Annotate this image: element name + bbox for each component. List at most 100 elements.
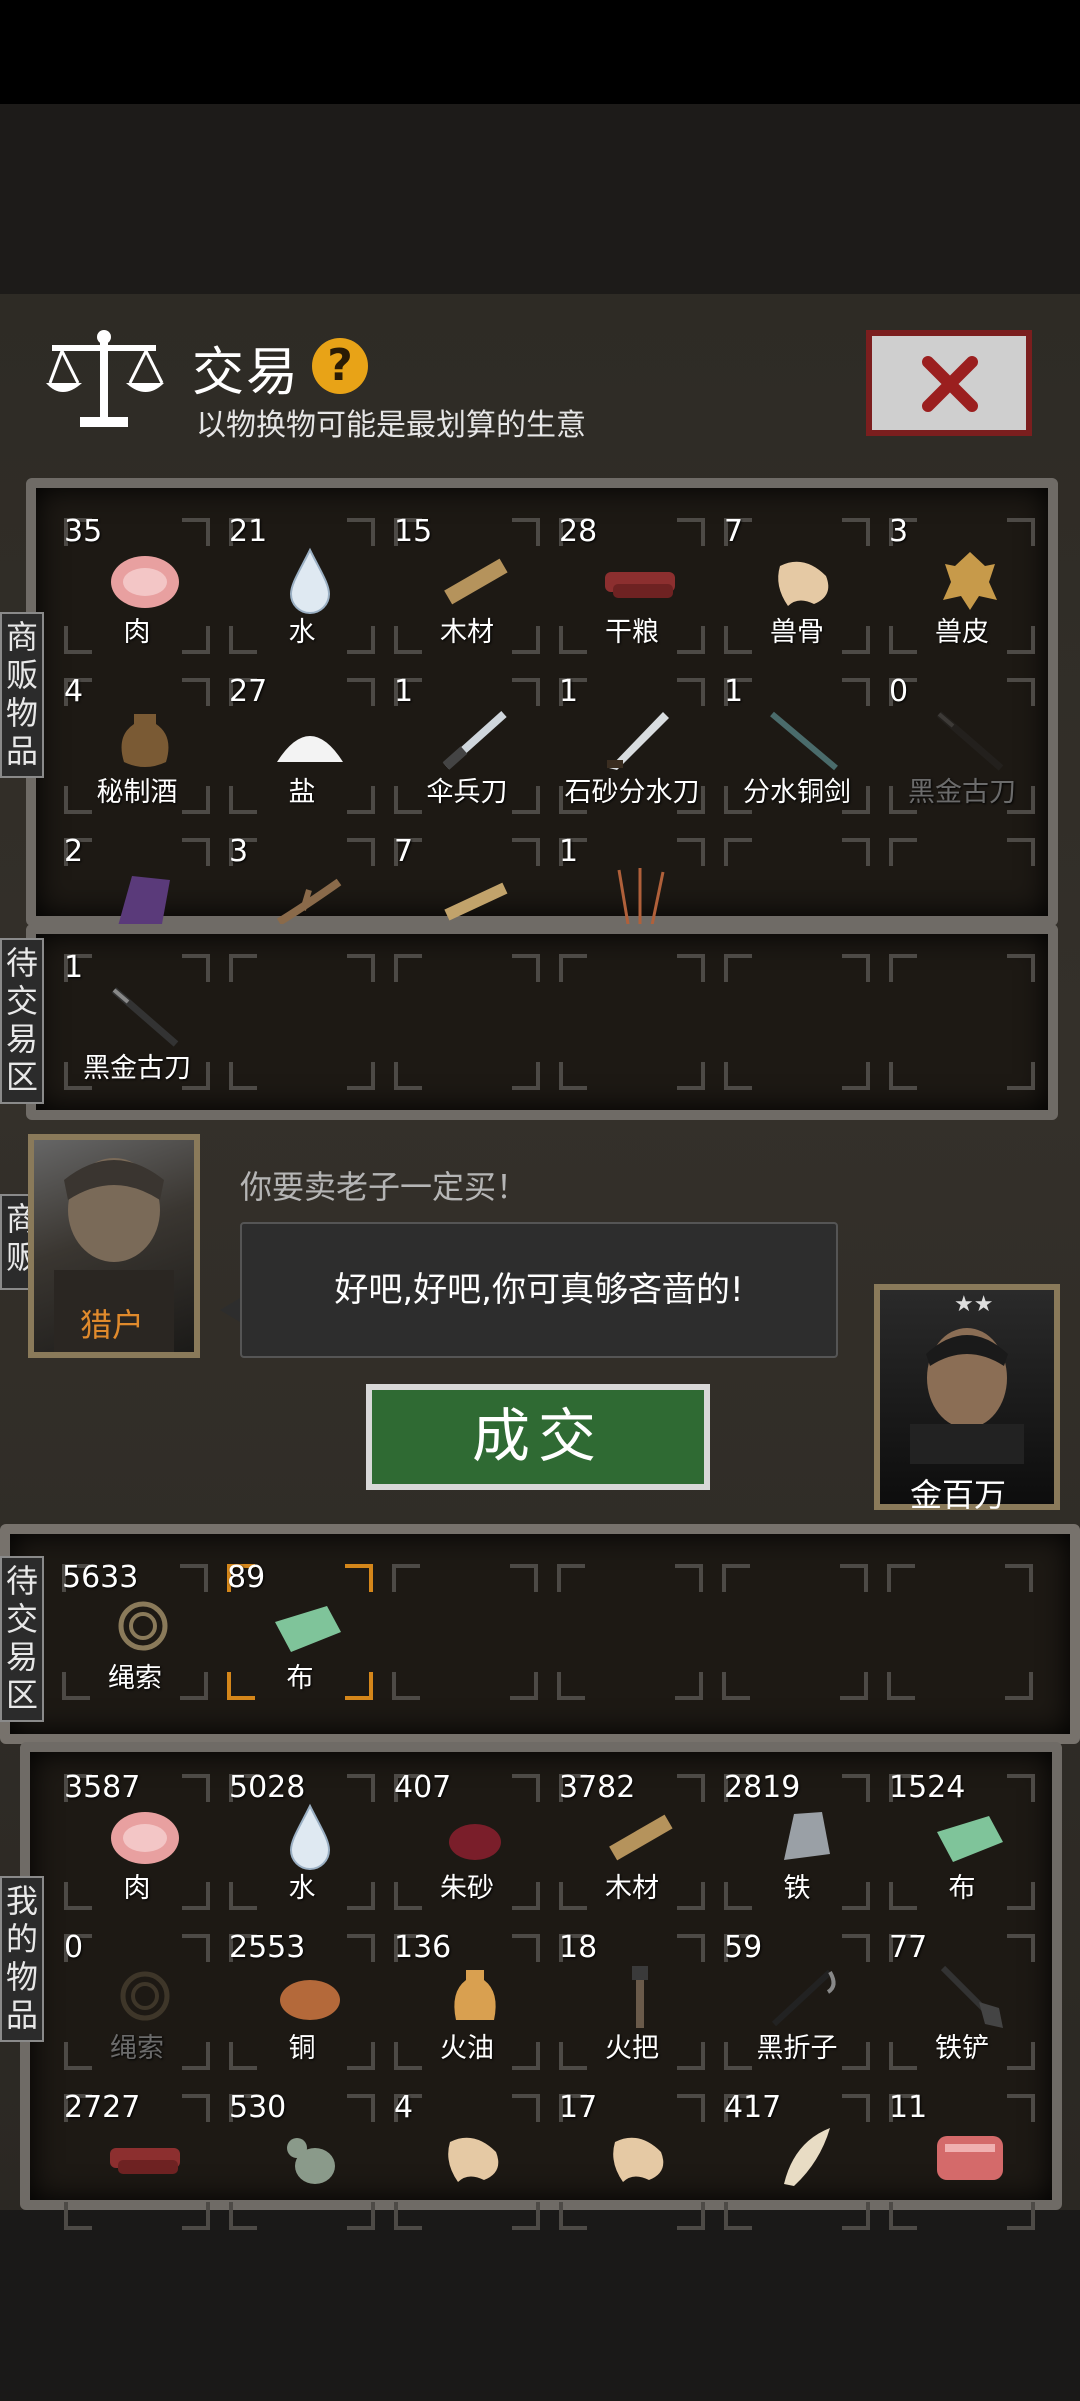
my-pending-slot[interactable] — [879, 1556, 1041, 1708]
slot-corner — [512, 2202, 540, 2230]
item-count: 89 — [227, 1560, 266, 1595]
meat-icon — [111, 1812, 179, 1864]
merchant-item-slot[interactable]: 1 伞兵刀 — [386, 670, 548, 822]
my-pending-slot[interactable] — [549, 1556, 711, 1708]
merchant-pending-slot[interactable] — [881, 946, 1043, 1098]
my-item-slot[interactable]: 4 — [386, 2086, 548, 2238]
bottom-band — [0, 2210, 1080, 2401]
merchant-item-slot[interactable]: 7 兽骨 — [716, 510, 878, 662]
wood-icon — [609, 1814, 673, 1861]
slot-corner — [347, 2094, 375, 2122]
my-item-slot[interactable]: 18 火把 — [551, 1926, 713, 2078]
merchant-pending-slot[interactable] — [386, 946, 548, 1098]
merchant-item-slot[interactable]: 28 干粮 — [551, 510, 713, 662]
my-item-slot[interactable]: 5028 水 — [221, 1766, 383, 1918]
merchant-pending-slot[interactable] — [221, 946, 383, 1098]
merchant-pending-slot[interactable] — [551, 946, 713, 1098]
item-count: 3 — [889, 514, 909, 549]
my-item-slot[interactable]: 3782 木材 — [551, 1766, 713, 1918]
slot-corner — [842, 2094, 870, 2122]
slot-corner — [347, 838, 375, 866]
my-item-slot[interactable]: 77 铁铲 — [881, 1926, 1043, 2078]
merchant-item-slot[interactable]: 0 黑金古刀 — [881, 670, 1043, 822]
tab-my-pending[interactable]: 待交易区 — [0, 1556, 44, 1722]
my-item-slot[interactable]: 59 黑折子 — [716, 1926, 878, 2078]
item-count: 21 — [229, 514, 268, 549]
item-count: 136 — [394, 1930, 452, 1965]
merchant-pending-slot[interactable] — [716, 946, 878, 1098]
top-band — [0, 104, 1080, 294]
player-name: 金百万 — [910, 1476, 1007, 1514]
merchant-item-slot[interactable]: 1 石砂分水刀 — [551, 670, 713, 822]
my-item-slot[interactable]: 1524 布 — [881, 1766, 1043, 1918]
tooth-icon — [784, 2128, 830, 2186]
slot-corner — [229, 954, 257, 982]
item-count: 2819 — [724, 1770, 801, 1805]
my-pending-slot[interactable] — [384, 1556, 546, 1708]
merchant-item-slot[interactable]: 4 秘制酒 — [56, 670, 218, 822]
slot-corner — [840, 1564, 868, 1592]
merchant-item-slot[interactable]: 21 水 — [221, 510, 383, 662]
my-pending-slot[interactable]: 89 布 — [219, 1556, 381, 1708]
slot-corner — [722, 1672, 750, 1700]
knife-icon — [442, 711, 507, 770]
bubble-pointer — [220, 1298, 240, 1322]
deal-button[interactable]: 成交 — [366, 1384, 710, 1490]
player-portrait: ★★ 金百万 — [874, 1284, 1060, 1514]
my-pending-slot[interactable]: 5633 绳索 — [54, 1556, 216, 1708]
close-button[interactable] — [866, 330, 1032, 436]
my-pending-slot[interactable] — [714, 1556, 876, 1708]
my-item-slot[interactable]: 11 — [881, 2086, 1043, 2238]
meat-icon — [111, 556, 179, 608]
tab-my-goods[interactable]: 我的物品 — [0, 1876, 44, 2042]
bone-icon — [613, 2137, 664, 2182]
item-name: 黑折子 — [756, 2033, 838, 2064]
merchant-item-slot[interactable]: 15 木材 — [386, 510, 548, 662]
slot-corner — [1007, 678, 1035, 706]
slot-corner — [394, 2202, 422, 2230]
slot-corner — [677, 1934, 705, 1962]
slot-corner — [512, 1062, 540, 1090]
my-item-slot[interactable]: 530 — [221, 2086, 383, 2238]
slot-corner — [724, 1062, 752, 1090]
my-item-slot[interactable]: 17 — [551, 2086, 713, 2238]
slot-corner — [557, 1564, 585, 1592]
slot-corner — [345, 1564, 373, 1592]
slot-corner — [842, 2202, 870, 2230]
page-subtitle: 以物换物可能是最划算的生意 — [196, 408, 586, 443]
my-item-slot[interactable]: 2727 — [56, 2086, 218, 2238]
merchant-pending-slot[interactable]: 1 黑金古刀 — [56, 946, 218, 1098]
slot-corner — [842, 838, 870, 866]
my-item-slot[interactable]: 2553 铜 — [221, 1926, 383, 2078]
merchant-item-slot[interactable]: 1 分水铜剑 — [716, 670, 878, 822]
my-item-slot[interactable]: 407 朱砂 — [386, 1766, 548, 1918]
merchant-item-slot[interactable]: 3 兽皮 — [881, 510, 1043, 662]
my-item-slot[interactable]: 417 — [716, 2086, 878, 2238]
my-item-slot[interactable]: 2819 铁 — [716, 1766, 878, 1918]
item-name: 兽骨 — [770, 617, 824, 648]
my-item-slot[interactable]: 3587 肉 — [56, 1766, 218, 1918]
slot-corner — [889, 2202, 917, 2230]
slot-corner — [677, 1774, 705, 1802]
slot-corner — [347, 1934, 375, 1962]
my-item-slot[interactable]: 0 绳索 — [56, 1926, 218, 2078]
tab-merchant-goods[interactable]: 商贩物品 — [0, 612, 44, 778]
slot-corner — [677, 518, 705, 546]
merchant-item-slot[interactable]: 35 肉 — [56, 510, 218, 662]
page-title: 交易 — [192, 343, 301, 403]
merchant-item-slot[interactable]: 27 盐 — [221, 670, 383, 822]
slot-corner — [557, 1672, 585, 1700]
item-count: 1 — [64, 950, 84, 985]
slot-corner — [559, 2202, 587, 2230]
item-count: 35 — [64, 514, 103, 549]
help-icon[interactable]: ? — [312, 338, 368, 394]
item-name: 黑金古刀 — [83, 1053, 191, 1084]
my-item-slot[interactable]: 136 火油 — [386, 1926, 548, 2078]
tab-merchant-pending[interactable]: 待交易区 — [0, 938, 44, 1104]
item-name: 石砂分水刀 — [564, 777, 700, 808]
slot-corner — [677, 1062, 705, 1090]
player-avatar — [910, 1328, 1024, 1464]
slot-corner — [347, 678, 375, 706]
cloth-icon — [275, 1606, 341, 1652]
item-name: 铁 — [783, 1873, 811, 1904]
